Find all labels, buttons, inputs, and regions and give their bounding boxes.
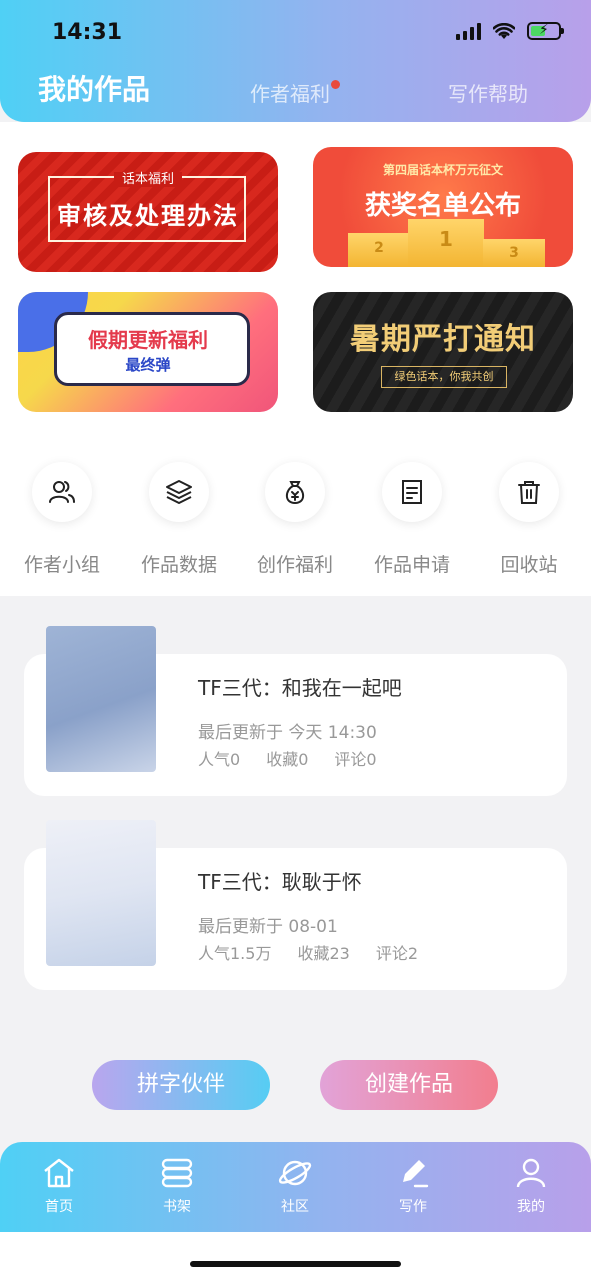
tab-writing-help[interactable]: 写作帮助: [448, 78, 528, 107]
nav-label: 社区: [281, 1199, 309, 1215]
shortcut-creation-benefits[interactable]: 创作福利: [235, 462, 355, 577]
banner-review-policy-title: 审核及处理办法: [57, 202, 239, 230]
nav-home[interactable]: 首页: [19, 1156, 99, 1216]
home-indicator-area: [0, 1232, 591, 1280]
banner-summer-crackdown[interactable]: 暑期严打通知 绿色话本，你我共创: [313, 292, 573, 412]
work-card[interactable]: TF三代：耿耿于怀 最后更新于 08-01 人气1.5万 收藏23 评论2: [24, 820, 567, 990]
work-updated-time: 最后更新于 今天 14:30: [198, 723, 377, 743]
money-bag-icon: [285, 481, 305, 505]
banner-holiday-update-sub: 最终弹: [125, 356, 171, 374]
work-favorites: 收藏23: [297, 944, 350, 963]
nav-write[interactable]: 写作: [373, 1156, 453, 1216]
planet-icon: [278, 1160, 312, 1186]
work-cover-image: [46, 820, 156, 966]
podium-second: 2: [348, 233, 410, 267]
profile-icon: [516, 1158, 546, 1188]
users-icon: [49, 481, 75, 503]
status-time: 14:31: [52, 20, 123, 45]
layers-icon: [166, 480, 192, 504]
nav-bookshelf[interactable]: 书架: [137, 1156, 217, 1216]
work-cover-image: [46, 626, 156, 772]
banner-summer-crackdown-sub: 绿色话本，你我共创: [381, 366, 507, 388]
top-panel: 话本福利 审核及处理办法 第四届话本杯万元征文 获奖名单公布 2 1 3 假期更…: [0, 122, 591, 596]
bottom-nav: 首页 书架 社区 写作 我的: [0, 1142, 591, 1232]
banner-holiday-update-title: 假期更新福利: [88, 328, 208, 352]
nav-label: 书架: [163, 1199, 191, 1215]
status-icons: ⚡: [456, 22, 564, 40]
create-work-button[interactable]: 创建作品: [320, 1060, 498, 1110]
podium-third: 3: [483, 239, 545, 267]
tab-author-benefits[interactable]: 作者福利: [250, 78, 340, 107]
banner-review-policy[interactable]: 话本福利 审核及处理办法: [18, 152, 278, 272]
shortcut-label: 作品数据: [140, 554, 217, 576]
bookshelf-icon: [161, 1158, 193, 1188]
shortcut-label: 作者小组: [23, 554, 100, 576]
work-updated-time: 最后更新于 08-01: [198, 917, 338, 937]
shortcut-label: 创作福利: [256, 554, 333, 576]
banner-holiday-update[interactable]: 假期更新福利 最终弹: [18, 292, 278, 412]
home-icon: [44, 1158, 74, 1188]
nav-label: 我的: [517, 1199, 545, 1215]
nav-community[interactable]: 社区: [255, 1156, 335, 1216]
banner-award-list-sub: 第四届话本杯万元征文: [382, 163, 503, 177]
work-title: TF三代：和我在一起吧: [198, 676, 402, 700]
tab-author-benefits-label: 作者福利: [250, 82, 330, 106]
nav-label: 首页: [45, 1199, 73, 1215]
notification-dot: [331, 80, 340, 89]
work-stats: 人气1.5万 收藏23 评论2: [198, 940, 418, 964]
shortcut-work-application[interactable]: 作品申请: [352, 462, 472, 577]
shortcut-label: 回收站: [500, 554, 558, 576]
banner-review-policy-sub: 话本福利: [113, 172, 182, 187]
work-stats: 人气0 收藏0 评论0: [198, 746, 377, 770]
work-popularity: 人气1.5万: [198, 944, 272, 963]
podium-first: 1: [408, 219, 484, 267]
signal-icon: [456, 22, 481, 40]
document-icon: [402, 480, 422, 504]
shortcut-label: 作品申请: [373, 554, 450, 576]
nav-label: 写作: [399, 1199, 427, 1215]
work-comments: 评论2: [375, 944, 419, 963]
work-favorites: 收藏0: [266, 750, 309, 769]
home-indicator[interactable]: [190, 1261, 401, 1267]
shortcut-row: 作者小组 作品数据 创作福利 作品申请 回收站: [0, 462, 591, 582]
work-title: TF三代：耿耿于怀: [198, 870, 362, 894]
shortcut-recycle-bin[interactable]: 回收站: [469, 462, 589, 577]
work-card[interactable]: TF三代：和我在一起吧 最后更新于 今天 14:30 人气0 收藏0 评论0: [24, 626, 567, 796]
nav-profile[interactable]: 我的: [491, 1156, 571, 1216]
banner-award-list[interactable]: 第四届话本杯万元征文 获奖名单公布 2 1 3: [313, 147, 573, 267]
pen-icon: [403, 1160, 429, 1188]
writing-partner-button[interactable]: 拼字伙伴: [92, 1060, 270, 1110]
battery-icon: ⚡: [527, 22, 564, 40]
shortcut-work-data[interactable]: 作品数据: [119, 462, 239, 577]
header: 14:31 ⚡ 我的作品 作者福利 写作帮助: [0, 0, 591, 122]
work-popularity: 人气0: [198, 750, 241, 769]
tab-my-works[interactable]: 我的作品: [38, 68, 150, 108]
wifi-icon: [493, 22, 515, 39]
shortcut-author-group[interactable]: 作者小组: [2, 462, 122, 577]
work-comments: 评论0: [334, 750, 377, 769]
trash-icon: [518, 481, 540, 504]
banner-summer-crackdown-title: 暑期严打通知: [350, 322, 536, 357]
header-tabs: 我的作品 作者福利 写作帮助: [0, 70, 591, 110]
banner-award-list-title: 获奖名单公布: [364, 191, 521, 221]
